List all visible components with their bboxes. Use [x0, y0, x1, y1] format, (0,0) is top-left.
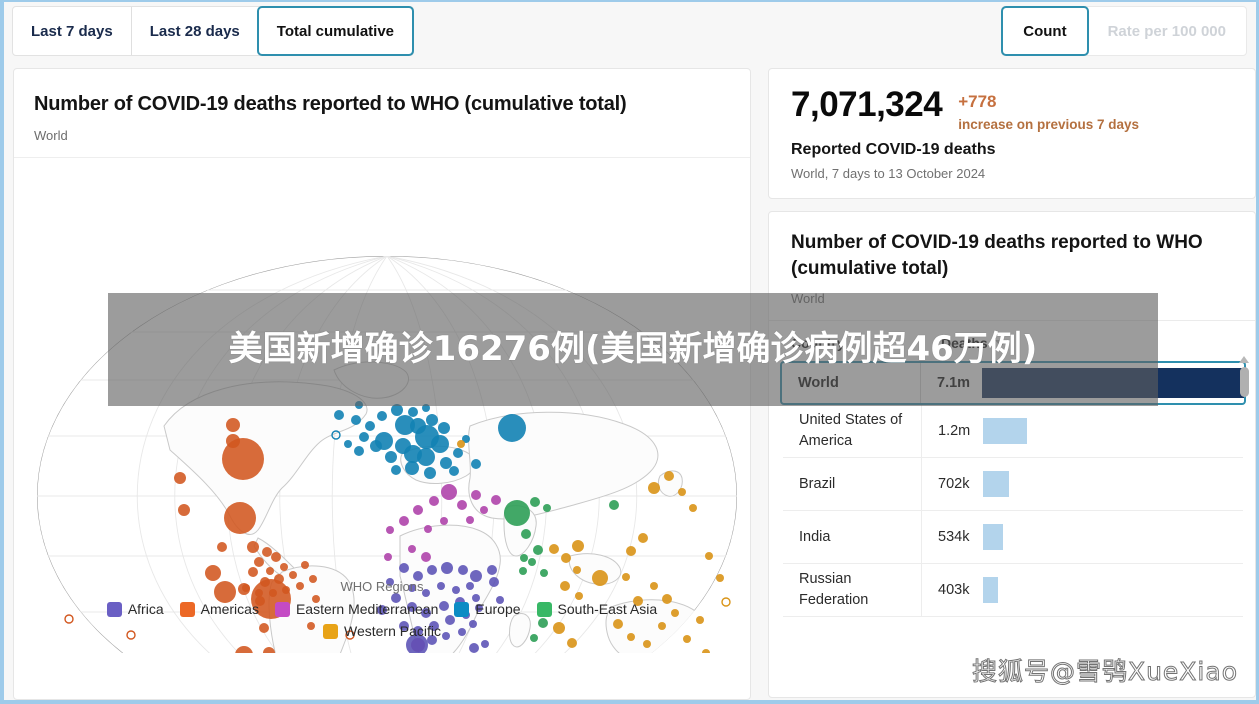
deaths-bar [983, 418, 1028, 445]
legend-swatch-icon [536, 601, 552, 617]
cell-country: World [798, 374, 839, 391]
table-row[interactable]: World 7.1m [780, 361, 1246, 406]
legend-label: South-East Asia [557, 601, 658, 617]
total-deaths-value: 7,071,324 [791, 85, 943, 124]
column-header-deaths[interactable]: Deaths [941, 335, 1007, 351]
table-body: World 7.1m United States of America 1.2m… [769, 361, 1255, 618]
tab-last-28-days[interactable]: Last 28 days [130, 7, 258, 55]
cell-country: India [799, 528, 831, 545]
column-header-country[interactable]: Country [791, 335, 941, 351]
cell-country: Russian Federation [799, 571, 869, 609]
scrollbar-thumb[interactable] [1239, 367, 1249, 397]
stat-headline-row: 7,071,324 +778 increase on previous 7 da… [791, 85, 1233, 132]
legend-label: Africa [127, 601, 164, 617]
legend-item-americas[interactable]: Americas [179, 601, 259, 617]
tab-count[interactable]: Count [1001, 6, 1089, 56]
table-header-row: Country Deaths [769, 321, 1255, 361]
delta-value: +778 [958, 92, 997, 111]
summary-stat-card: 7,071,324 +778 increase on previous 7 da… [768, 68, 1256, 199]
legend-item-eastern-mediterranean[interactable]: Eastern Mediterranean [274, 601, 439, 617]
legend-item-europe[interactable]: Europe [454, 601, 521, 617]
deaths-bar [983, 471, 1009, 498]
legend-item-africa[interactable]: Africa [106, 601, 164, 617]
world-bubble-map[interactable]: WHO Regions Africa Americas Eastern Medi… [14, 158, 750, 653]
cell-bar [983, 577, 1243, 604]
legend-label: Eastern Mediterranean [295, 601, 439, 617]
legend-swatch-icon [323, 623, 338, 639]
legend-swatch-icon [179, 601, 195, 617]
cell-deaths: 403k [921, 564, 983, 617]
map-card: Number of COVID-19 deaths reported to WH… [13, 68, 751, 700]
deaths-bar [983, 524, 1003, 551]
column-header-deaths-label: Deaths [941, 335, 988, 352]
table-row[interactable]: Russian Federation 403k [783, 564, 1243, 618]
tab-last-7-days[interactable]: Last 7 days [13, 7, 131, 55]
measure-tab-group: Count Rate per 100 000 [1001, 6, 1247, 56]
tab-rate-per-100000[interactable]: Rate per 100 000 [1088, 7, 1246, 55]
map-card-subtitle: World [34, 128, 68, 143]
map-card-header: Number of COVID-19 deaths reported to WH… [14, 69, 750, 158]
scroll-up-arrow-icon[interactable] [1239, 356, 1249, 363]
top-toolbar: Last 7 days Last 28 days Total cumulativ… [4, 2, 1256, 60]
stat-meta: World, 7 days to 13 October 2024 [791, 165, 986, 181]
cell-country: Brazil [799, 475, 836, 492]
table-scrollbar[interactable] [1238, 356, 1250, 686]
cell-bar [983, 524, 1243, 551]
legend-items: Africa Americas Eastern Mediterranean Eu… [14, 601, 750, 639]
cell-bar [983, 418, 1243, 445]
legend-label: Americas [200, 601, 259, 617]
cell-bar [982, 368, 1244, 399]
map-card-title: Number of COVID-19 deaths reported to WH… [34, 93, 627, 115]
deaths-bar [982, 368, 1244, 399]
caret-down-icon[interactable] [994, 339, 1007, 347]
table-row[interactable]: United States of America 1.2m [783, 405, 1243, 459]
cell-bar [983, 471, 1243, 498]
country-table-card: Number of COVID-19 deaths reported to WH… [768, 211, 1256, 698]
delta-block: +778 increase on previous 7 days [958, 87, 1140, 132]
legend-title: WHO Regions [340, 579, 424, 594]
map-legend: WHO Regions Africa Americas Eastern Medi… [14, 579, 750, 639]
legend-swatch-icon [274, 601, 290, 617]
cell-deaths: 702k [921, 458, 983, 511]
legend-swatch-icon [454, 601, 470, 617]
table-row[interactable]: India 534k [783, 511, 1243, 565]
delta-description: increase on previous 7 days [958, 116, 1140, 132]
tab-total-cumulative[interactable]: Total cumulative [256, 6, 415, 56]
legend-item-south-east-asia[interactable]: South-East Asia [536, 601, 658, 617]
cell-deaths: 534k [921, 511, 983, 564]
deaths-bar [983, 577, 998, 604]
legend-swatch-icon [106, 601, 122, 617]
table-card-title: Number of COVID-19 deaths reported to WH… [791, 232, 1203, 279]
cell-deaths: 7.1m [920, 363, 982, 404]
app-root: Last 7 days Last 28 days Total cumulativ… [0, 0, 1259, 704]
legend-label: Europe [475, 601, 521, 617]
cell-deaths: 1.2m [921, 405, 983, 458]
cell-country: United States of America [799, 412, 903, 450]
right-column: 7,071,324 +778 increase on previous 7 da… [768, 68, 1256, 700]
legend-label: Western Pacific [344, 623, 441, 639]
table-row[interactable]: Brazil 702k [783, 458, 1243, 512]
stat-label: Reported COVID-19 deaths [791, 140, 996, 158]
legend-item-western-pacific[interactable]: Western Pacific [323, 623, 441, 639]
table-card-subtitle: World [791, 291, 825, 307]
period-tab-group: Last 7 days Last 28 days Total cumulativ… [12, 6, 415, 56]
